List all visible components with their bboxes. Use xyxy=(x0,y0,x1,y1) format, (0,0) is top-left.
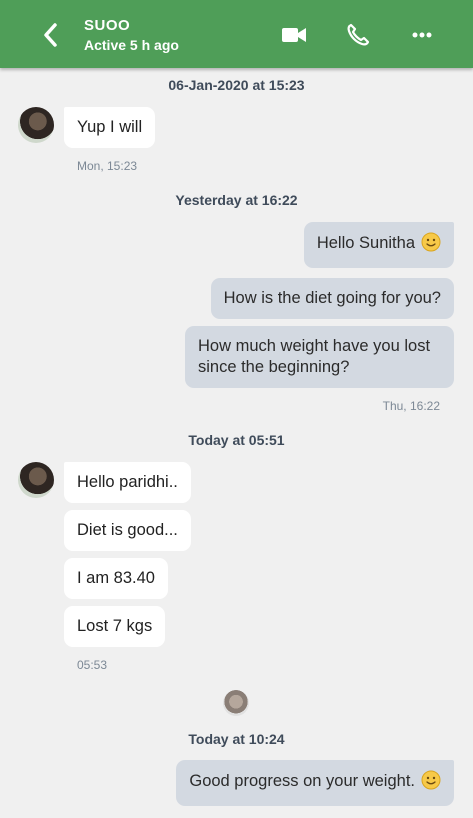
incoming-message[interactable]: Hello paridhi.. xyxy=(64,462,191,503)
contact-info[interactable]: SUOO Active 5 h ago xyxy=(84,17,179,53)
chat-header: SUOO Active 5 h ago xyxy=(0,0,473,68)
incoming-message[interactable]: Diet is good... xyxy=(64,510,191,551)
date-divider: 06-Jan-2020 at 15:23 xyxy=(168,77,305,93)
message-timestamp: 05:53 xyxy=(77,658,108,672)
video-camera-icon xyxy=(282,28,306,42)
outgoing-message[interactable]: Good progress on your weight. xyxy=(176,760,454,806)
phone-icon xyxy=(347,23,370,46)
video-call-button[interactable] xyxy=(277,18,311,52)
read-receipt-avatar xyxy=(223,690,249,716)
chevron-left-icon xyxy=(44,23,57,47)
more-horizontal-icon xyxy=(412,32,432,38)
incoming-message[interactable]: I am 83.40 xyxy=(64,558,168,599)
back-button[interactable] xyxy=(30,17,70,53)
avatar[interactable] xyxy=(18,462,54,498)
date-divider: Today at 10:24 xyxy=(188,731,285,747)
contact-name: SUOO xyxy=(84,17,131,34)
message-timestamp: Thu, 16:22 xyxy=(382,399,440,413)
message-text: Hello Sunitha xyxy=(316,234,415,252)
message-text: How much weight have you lost xyxy=(198,337,431,355)
outgoing-message[interactable]: How is the diet going for you? xyxy=(210,278,454,319)
date-divider: Yesterday at 16:22 xyxy=(175,192,298,208)
avatar[interactable] xyxy=(18,107,54,143)
contact-status: Active 5 h ago xyxy=(84,37,179,53)
more-options-button[interactable] xyxy=(405,18,439,52)
message-timestamp: Mon, 15:23 xyxy=(77,159,138,173)
outgoing-message[interactable]: Hello Sunitha xyxy=(303,222,454,268)
smile-emoji-icon xyxy=(421,770,441,796)
message-text: since the beginning? xyxy=(198,358,350,376)
incoming-message[interactable]: Yup I will xyxy=(64,107,156,148)
outgoing-message[interactable]: How much weight have you lost since the … xyxy=(185,326,454,388)
voice-call-button[interactable] xyxy=(341,18,375,52)
incoming-message[interactable]: Lost 7 kgs xyxy=(64,606,166,647)
date-divider: Today at 05:51 xyxy=(188,432,285,448)
message-text: Good progress on your weight. xyxy=(189,772,415,790)
smile-emoji-icon xyxy=(421,232,441,258)
